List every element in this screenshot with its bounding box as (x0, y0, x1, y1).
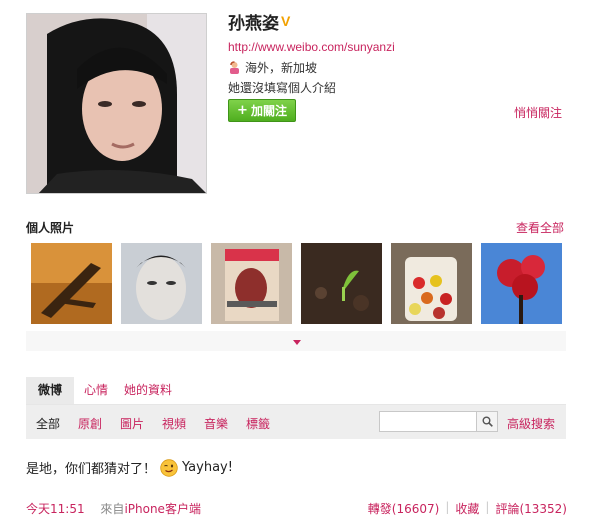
filter-music[interactable]: 音樂 (204, 415, 228, 432)
post-search-input[interactable] (379, 411, 477, 432)
location-text: 海外，新加坡 (245, 61, 318, 75)
plus-icon: + (237, 103, 248, 118)
search-icon (482, 416, 493, 427)
post-filter-bar: 全部 原創 圖片 視頻 音樂 標籤 高級搜索 (26, 405, 566, 439)
tab-mood[interactable]: 心情 (84, 377, 108, 404)
photo-thumbnail-face-mask[interactable] (121, 243, 202, 324)
profile-name: 孙燕姿 (228, 13, 279, 34)
profile-tabs: 微博 心情 她的資料 (26, 377, 566, 405)
profile-name-row: 孙燕姿 V (228, 9, 291, 34)
location-row: 海外，新加坡 (228, 59, 317, 76)
tab-her-profile[interactable]: 她的資料 (124, 377, 172, 404)
post-source-link[interactable]: iPhone客户端 (124, 502, 201, 516)
post-text-suffix: Yayhay! (182, 460, 233, 475)
divider: | (445, 500, 450, 514)
advanced-search-link[interactable]: 高級搜索 (507, 415, 555, 432)
profile-avatar[interactable] (26, 13, 207, 194)
post-text: 是地，你们都猜对了！ (26, 462, 157, 477)
verified-badge-icon: V (281, 13, 291, 29)
person-icon (230, 61, 239, 74)
filter-tags[interactable]: 標籤 (246, 415, 270, 432)
profile-url-link[interactable]: http://www.weibo.com/sunyanzi (228, 40, 395, 54)
post-actions: 轉發(16607) | 收藏 | 評論(13352) (368, 500, 567, 517)
photos-section-title: 個人照片 (26, 221, 75, 235)
favorite-link[interactable]: 收藏 (455, 500, 479, 517)
post-meta: 今天11:51 來自iPhone客户端 (26, 500, 201, 517)
quiet-follow-link[interactable]: 悄悄關注 (514, 104, 562, 121)
post-content: 是地，你们都猜对了！ Yayhay! (26, 458, 233, 477)
photo-thumbnail-branch[interactable] (31, 243, 112, 324)
divider: | (485, 500, 490, 514)
filter-original[interactable]: 原創 (78, 415, 102, 432)
post-source-prefix: 來自 (100, 502, 125, 516)
wink-emoji-icon (160, 458, 178, 477)
follow-label: 加關注 (250, 104, 287, 118)
photos-view-all-link[interactable]: 查看全部 (516, 219, 564, 236)
filter-images[interactable]: 圖片 (120, 415, 144, 432)
bio-text: 她還沒填寫個人介紹 (228, 81, 337, 95)
photo-thumbnail-sprout[interactable] (301, 243, 382, 324)
photo-thumbnail-candy-jar[interactable] (391, 243, 472, 324)
filter-videos[interactable]: 視頻 (162, 415, 186, 432)
photo-thumbnail-red-flowers[interactable] (481, 243, 562, 324)
follow-button[interactable]: + 加關注 (228, 99, 296, 122)
comment-link[interactable]: 評論(13352) (495, 500, 567, 517)
tab-weibo[interactable]: 微博 (26, 377, 75, 404)
expand-arrow-icon[interactable] (293, 340, 301, 345)
photo-thumbnail-nylon-magazine[interactable] (211, 243, 292, 324)
repost-link[interactable]: 轉發(16607) (368, 500, 440, 517)
filter-all[interactable]: 全部 (36, 415, 60, 432)
post-time-link[interactable]: 今天11:51 (26, 502, 85, 516)
search-button[interactable] (477, 411, 498, 432)
